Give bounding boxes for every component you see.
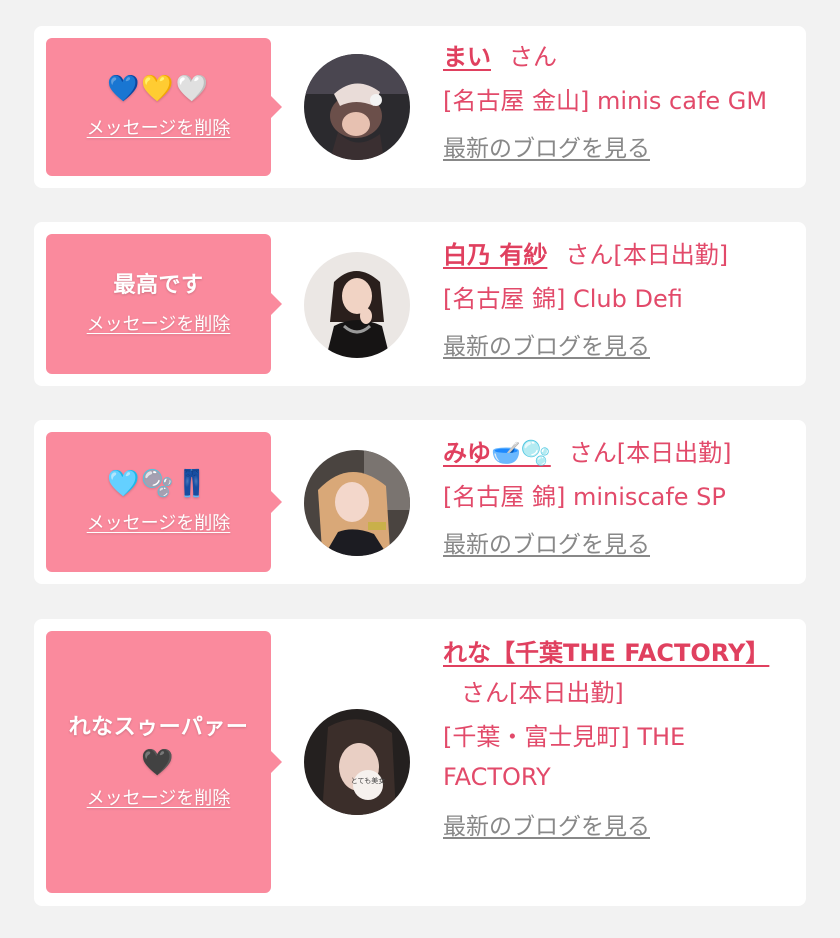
message-card: 🩵🫧👖 メッセージを削除 みゆ🥣🫧 さん[本日出勤] [名古屋 錦] minisc… (34, 420, 806, 584)
message-bubble: れなスゥーパァー 🖤 メッセージを削除 (46, 631, 282, 893)
black-heart-icon: 🖤 (141, 748, 176, 778)
message-text: 最高です (113, 273, 204, 298)
name-line: 白乃 有紗 さん[本日出勤] (443, 236, 790, 274)
avatar-sticker-text: とても美女 (351, 776, 385, 785)
avatar[interactable] (304, 252, 410, 358)
message-text: 🩵🫧👖 (106, 469, 211, 499)
message-card: れなスゥーパァー 🖤 メッセージを削除 とても美女 れな【千葉THE FACTO… (34, 619, 806, 906)
profile-photo (304, 252, 410, 358)
honorific: さん (509, 43, 557, 71)
avatar[interactable] (304, 54, 410, 160)
latest-blog-link[interactable]: 最新のブログを見る (443, 807, 650, 847)
latest-blog-link[interactable]: 最新のブログを見る (443, 130, 650, 168)
profile-info: れな【千葉THE FACTORY】さん[本日出勤] [千葉・富士見町] THE … (443, 633, 790, 847)
profile-photo (304, 54, 410, 160)
store-label: [名古屋 錦] Club Defi (443, 285, 683, 313)
profile-photo: とても美女 (304, 709, 410, 815)
message-bubble: 🩵🫧👖 メッセージを削除 (46, 432, 282, 572)
store-label: [名古屋 錦] miniscafe SP (443, 483, 726, 511)
profile-info: みゆ🥣🫧 さん[本日出勤] [名古屋 錦] miniscafe SP 最新のブログ… (443, 434, 790, 564)
latest-blog-link[interactable]: 最新のブログを見る (443, 526, 650, 564)
message-card: 最高です メッセージを削除 白乃 有紗 さん[本日出勤] [名古屋 錦] Club… (34, 222, 806, 386)
profile-photo (304, 450, 410, 556)
name-line: れな【千葉THE FACTORY】さん[本日出勤] (443, 633, 790, 713)
delete-message-link[interactable]: メッセージを削除 (87, 784, 231, 810)
cast-name-link[interactable]: まい (443, 43, 491, 71)
store-label: [千葉・富士見町] THE FACTORY (443, 723, 686, 791)
message-text: れなスゥーパァー (68, 715, 249, 740)
cast-name-link[interactable]: みゆ🥣🫧 (443, 439, 551, 467)
name-line: まい さん (443, 38, 790, 76)
message-text: 💙💛🤍 (106, 74, 211, 104)
cast-name-link[interactable]: れな【千葉THE FACTORY】 (443, 639, 769, 667)
cast-name-link[interactable]: 白乃 有紗 (443, 241, 547, 269)
avatar[interactable]: とても美女 (304, 709, 410, 815)
message-bubble: 💙💛🤍 メッセージを削除 (46, 38, 282, 176)
message-bubble: 最高です メッセージを削除 (46, 234, 282, 374)
profile-info: まい さん [名古屋 金山] minis cafe GM 最新のブログを見る (443, 38, 790, 168)
honorific: さん[本日出勤] (565, 241, 729, 269)
latest-blog-link[interactable]: 最新のブログを見る (443, 328, 650, 366)
honorific: さん[本日出勤] (568, 439, 732, 467)
delete-message-link[interactable]: メッセージを削除 (87, 114, 231, 140)
avatar[interactable] (304, 450, 410, 556)
delete-message-link[interactable]: メッセージを削除 (87, 310, 231, 336)
store-label: [名古屋 金山] minis cafe GM (443, 87, 768, 115)
name-line: みゆ🥣🫧 さん[本日出勤] (443, 434, 790, 472)
profile-info: 白乃 有紗 さん[本日出勤] [名古屋 錦] Club Defi 最新のブログを見… (443, 236, 790, 366)
delete-message-link[interactable]: メッセージを削除 (87, 509, 231, 535)
honorific: さん[本日出勤] (461, 679, 624, 707)
message-card: 💙💛🤍 メッセージを削除 まい さん [名古屋 金山] minis cafe GM… (34, 26, 806, 188)
